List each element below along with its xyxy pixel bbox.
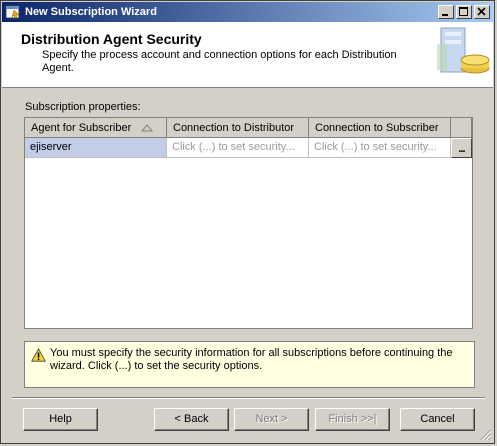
cancel-button[interactable]: Cancel (400, 408, 475, 431)
page-description: Specify the process account and connecti… (42, 49, 397, 74)
maximize-icon (459, 7, 468, 16)
finish-button[interactable]: Finish >>| (315, 408, 390, 431)
resize-grip-icon[interactable] (480, 429, 492, 441)
maximize-button[interactable] (456, 5, 472, 19)
separator (12, 397, 485, 399)
wizard-window: New Subscription Wizard Distribution Age… (0, 0, 495, 444)
warning-icon (31, 348, 46, 362)
column-header-distributor[interactable]: Connection to Distributor (167, 118, 309, 138)
warning-message: You must specify the security informatio… (24, 341, 475, 388)
cell-distributor-connection[interactable]: Click (...) to set security... (167, 138, 309, 158)
ellipsis-button[interactable]: ... (451, 138, 472, 158)
column-header-subscriber[interactable]: Connection to Subscriber (309, 118, 451, 138)
database-server-icon (437, 27, 490, 74)
back-button[interactable]: < Back (154, 408, 229, 431)
wizard-header: Distribution Agent Security Specify the … (2, 22, 493, 88)
subscription-properties-label: Subscription properties: (25, 101, 141, 113)
title-bar[interactable]: New Subscription Wizard (2, 2, 493, 22)
column-header-blank (451, 118, 472, 138)
cell-agent[interactable]: ejiserver (25, 138, 167, 158)
minimize-button[interactable] (438, 5, 454, 19)
window-title: New Subscription Wizard (25, 6, 157, 18)
next-button[interactable]: Next > (234, 408, 309, 431)
close-button[interactable] (474, 5, 490, 19)
cell-subscriber-connection[interactable]: Click (...) to set security... (309, 138, 451, 158)
subscription-grid[interactable]: Agent for Subscriber Connection to Distr… (24, 117, 473, 329)
column-header-agent[interactable]: Agent for Subscriber (25, 118, 167, 138)
close-icon (477, 7, 486, 16)
wizard-app-icon (5, 5, 20, 19)
minimize-icon (442, 14, 448, 16)
warning-text: You must specify the security informatio… (50, 347, 453, 372)
help-button[interactable]: Help (23, 408, 98, 431)
sort-ascending-icon (141, 124, 153, 132)
page-title: Distribution Agent Security (21, 31, 202, 47)
